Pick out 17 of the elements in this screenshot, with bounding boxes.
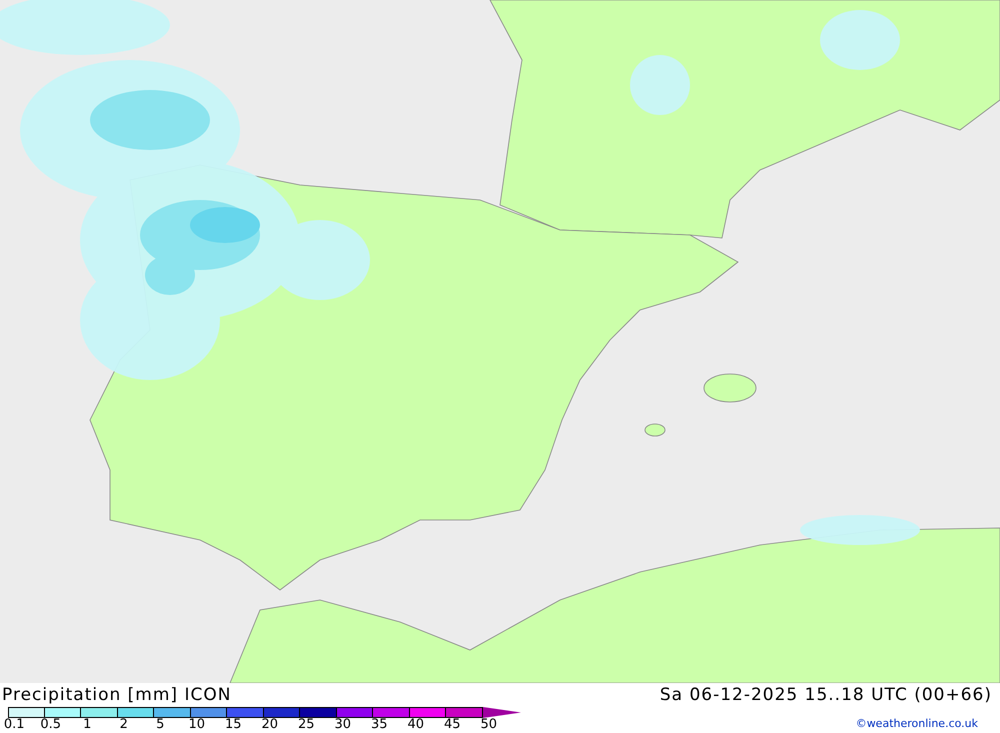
valid-time: Sa 06-12-2025 15..18 UTC (00+66) xyxy=(660,685,992,705)
legend-label: 35 xyxy=(370,718,389,732)
legend-label: 0.5 xyxy=(39,718,62,732)
legend-label: 1 xyxy=(82,718,92,732)
legend-label: 5 xyxy=(155,718,166,732)
legend-label: 50 xyxy=(479,718,498,732)
map-title: Precipitation [mm] ICON xyxy=(2,685,232,705)
legend-label: 20 xyxy=(260,718,280,732)
legend-label: 45 xyxy=(442,718,462,732)
legend-label: 10 xyxy=(187,718,206,732)
credit-text: ©weatheronline.co.uk xyxy=(856,717,978,730)
legend-label: 0.1 xyxy=(2,718,26,732)
legend-label: 2 xyxy=(118,718,129,732)
legend-label: 25 xyxy=(296,718,316,732)
legend-label: 30 xyxy=(333,718,352,732)
legend-label: 15 xyxy=(224,718,243,732)
legend-label: 40 xyxy=(406,718,426,732)
